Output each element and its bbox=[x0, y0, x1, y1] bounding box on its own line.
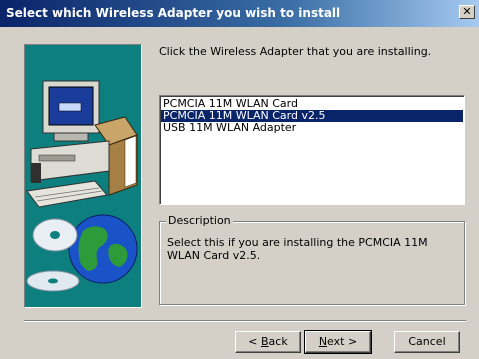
back-button-prefix: < bbox=[248, 335, 261, 348]
installer-dialog: Select which Wireless Adapter you wish t… bbox=[0, 0, 479, 359]
back-button-label: ack bbox=[268, 335, 288, 348]
next-button-label: ext > bbox=[327, 335, 358, 348]
button-separator bbox=[24, 320, 466, 322]
description-group: Description Select this if you are insta… bbox=[159, 214, 465, 305]
close-icon: ✕ bbox=[462, 5, 472, 18]
computer-globe-cd-icon bbox=[26, 80, 138, 292]
instruction-text: Click the Wireless Adapter that you are … bbox=[159, 45, 432, 58]
back-button-mnemonic: B bbox=[261, 335, 269, 348]
next-button-mnemonic: N bbox=[318, 335, 328, 348]
description-text: Select this if you are installing the PC… bbox=[167, 236, 428, 262]
close-button[interactable]: ✕ bbox=[459, 5, 475, 19]
cancel-button[interactable]: Cancel bbox=[394, 331, 460, 353]
adapter-option-usb[interactable]: USB 11M WLAN Adapter bbox=[161, 122, 463, 134]
description-legend: Description bbox=[166, 214, 233, 227]
back-button[interactable]: < Back bbox=[235, 331, 301, 353]
next-button[interactable]: Next > bbox=[304, 330, 372, 354]
setup-illustration bbox=[24, 44, 142, 308]
adapter-listbox[interactable]: PCMCIA 11M WLAN Card PCMCIA 11M WLAN Car… bbox=[159, 95, 465, 205]
window-title: Select which Wireless Adapter you wish t… bbox=[6, 6, 341, 20]
title-bar: Select which Wireless Adapter you wish t… bbox=[0, 0, 479, 27]
